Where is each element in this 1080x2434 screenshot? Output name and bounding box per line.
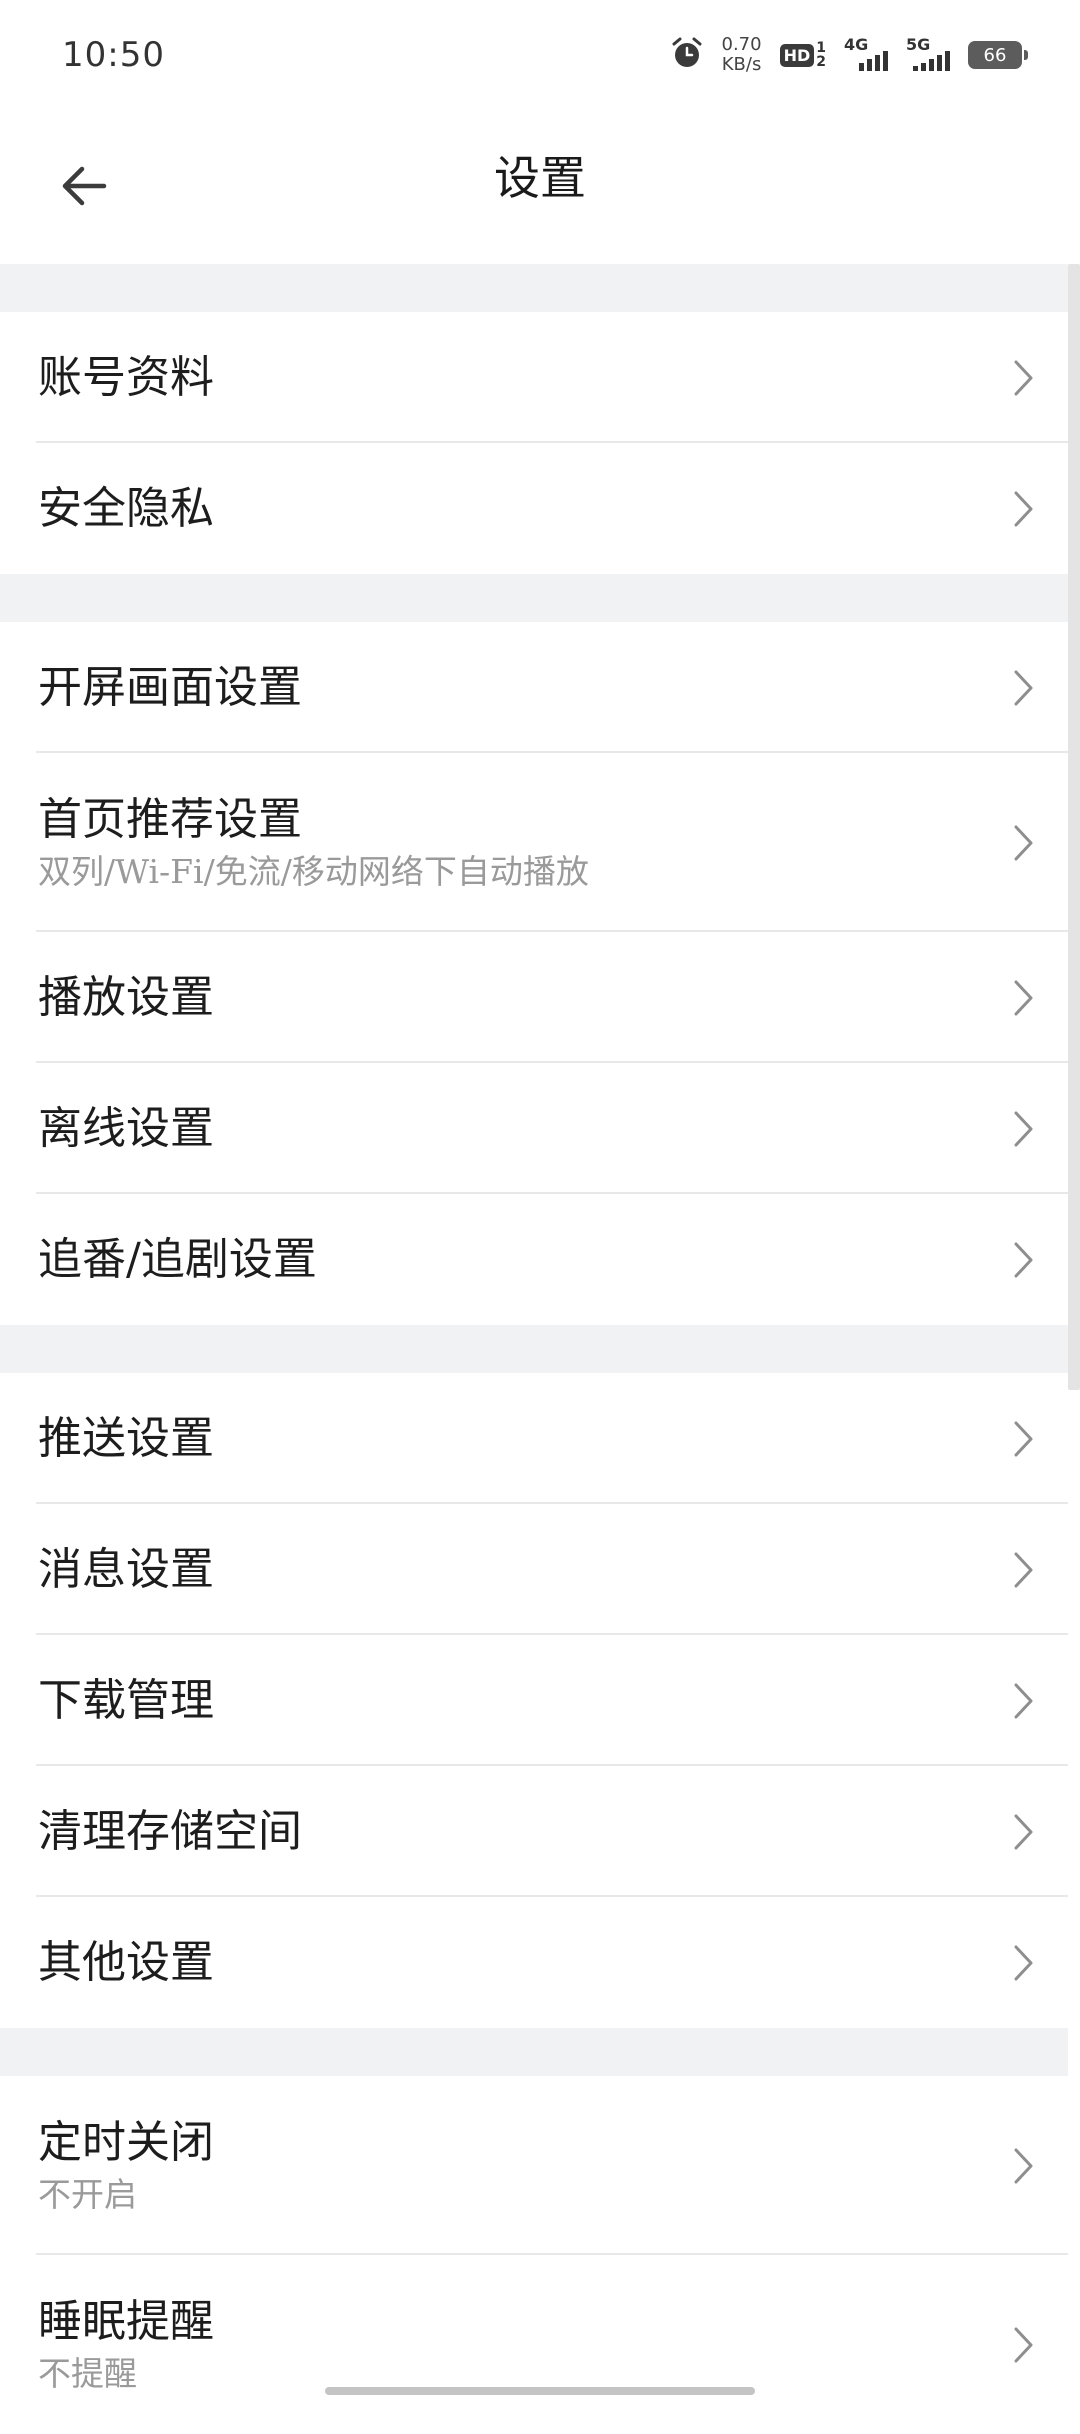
status-bar: 10:50 0.70 KB/s HD 1 2 4G 5G 66 xyxy=(0,0,1080,110)
chevron-right-icon xyxy=(1014,1945,1033,1980)
settings-item-label: 安全隐私 xyxy=(38,482,214,534)
chevron-right-icon xyxy=(1014,1421,1033,1456)
section-gap xyxy=(0,574,1068,622)
settings-item-clear-storage[interactable]: 清理存储空间 xyxy=(0,1766,1068,1897)
section-gap xyxy=(0,1325,1068,1373)
hd-voice-icon: HD 1 2 xyxy=(779,40,826,70)
signal-5g-icon: 5G xyxy=(906,35,950,75)
settings-item-home-recommend[interactable]: 首页推荐设置 双列/Wi-Fi/免流/移动网络下自动播放 xyxy=(0,753,1068,932)
chevron-right-icon xyxy=(1014,1814,1033,1849)
settings-item-label: 离线设置 xyxy=(38,1102,214,1154)
battery-icon: 66 xyxy=(968,41,1028,69)
home-indicator[interactable] xyxy=(325,2387,755,2395)
chevron-right-icon xyxy=(1014,825,1033,860)
hd-label: HD xyxy=(779,43,815,67)
settings-item-push[interactable]: 推送设置 xyxy=(0,1373,1068,1504)
chevron-right-icon xyxy=(1014,360,1033,395)
section-gap xyxy=(0,2028,1068,2076)
settings-item-messages[interactable]: 消息设置 xyxy=(0,1504,1068,1635)
settings-item-label: 睡眠提醒 xyxy=(38,2295,214,2347)
settings-item-label: 追番/追剧设置 xyxy=(38,1233,317,1285)
chevron-right-icon xyxy=(1014,2327,1033,2362)
settings-item-label: 播放设置 xyxy=(38,971,214,1023)
alarm-icon xyxy=(670,36,704,74)
settings-item-label: 消息设置 xyxy=(38,1543,214,1595)
chevron-right-icon xyxy=(1014,1111,1033,1146)
network-speed: 0.70 KB/s xyxy=(722,35,762,75)
chevron-right-icon xyxy=(1014,1552,1033,1587)
settings-list: 账号资料 安全隐私 开屏画面设置 首页推荐设置 双列/Wi-Fi/免流/移动网络… xyxy=(0,264,1068,2434)
settings-item-label: 下载管理 xyxy=(38,1674,214,1726)
settings-item-offline[interactable]: 离线设置 xyxy=(0,1063,1068,1194)
settings-item-follow-series[interactable]: 追番/追剧设置 xyxy=(0,1194,1068,1325)
settings-item-label: 账号资料 xyxy=(38,351,214,403)
hd-sub-bottom: 2 xyxy=(816,54,826,70)
settings-item-label: 其他设置 xyxy=(38,1936,214,1988)
settings-item-splash-screen[interactable]: 开屏画面设置 xyxy=(0,622,1068,753)
battery-level: 66 xyxy=(983,44,1007,66)
settings-item-playback[interactable]: 播放设置 xyxy=(0,932,1068,1063)
settings-item-label: 首页推荐设置 xyxy=(38,793,302,845)
status-time: 10:50 xyxy=(62,35,165,75)
settings-item-account-profile[interactable]: 账号资料 xyxy=(0,312,1068,443)
settings-item-label: 开屏画面设置 xyxy=(38,661,302,713)
settings-item-label: 清理存储空间 xyxy=(38,1805,302,1857)
settings-item-downloads[interactable]: 下载管理 xyxy=(0,1635,1068,1766)
settings-item-label: 定时关闭 xyxy=(38,2116,214,2168)
chevron-right-icon xyxy=(1014,670,1033,705)
scrollbar[interactable] xyxy=(1068,264,1080,1390)
chevron-right-icon xyxy=(1014,2148,1033,2183)
settings-item-other[interactable]: 其他设置 xyxy=(0,1897,1068,2028)
network-speed-value: 0.70 xyxy=(721,34,762,55)
hd-sub-top: 1 xyxy=(816,40,826,56)
settings-item-security-privacy[interactable]: 安全隐私 xyxy=(0,443,1068,574)
settings-item-label: 推送设置 xyxy=(38,1412,214,1464)
signal-4g-icon: 4G xyxy=(844,35,888,75)
settings-item-sleep-reminder[interactable]: 睡眠提醒 不提醒 xyxy=(0,2255,1068,2434)
chevron-right-icon xyxy=(1014,980,1033,1015)
settings-item-subtitle: 不开启 xyxy=(38,2174,137,2214)
chevron-right-icon xyxy=(1014,1683,1033,1718)
chevron-right-icon xyxy=(1014,1242,1033,1277)
header: 设置 xyxy=(0,110,1080,264)
settings-item-subtitle: 双列/Wi-Fi/免流/移动网络下自动播放 xyxy=(38,851,589,891)
settings-item-sleep-timer[interactable]: 定时关闭 不开启 xyxy=(0,2076,1068,2255)
chevron-right-icon xyxy=(1014,491,1033,526)
section-gap xyxy=(0,264,1068,312)
status-icons: 0.70 KB/s HD 1 2 4G 5G 66 xyxy=(670,35,1028,75)
page-title: 设置 xyxy=(494,151,586,205)
network-speed-unit: KB/s xyxy=(721,54,762,75)
settings-item-subtitle: 不提醒 xyxy=(38,2353,137,2393)
